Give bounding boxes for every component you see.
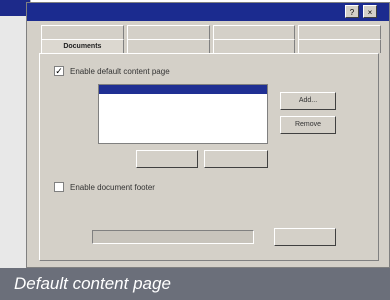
tab-row1-4[interactable]: [298, 25, 381, 39]
move-down-button[interactable]: [204, 150, 268, 168]
list-item[interactable]: [99, 85, 267, 94]
tabs-row-2: Documents: [41, 39, 381, 53]
tab-row2-3[interactable]: [212, 39, 296, 53]
help-icon[interactable]: ?: [345, 5, 359, 18]
dialog-titlebar: ? ×: [27, 3, 389, 21]
close-icon[interactable]: ×: [363, 5, 377, 18]
screenshot-frame: ? × Documents ✓ Enable default content p…: [0, 0, 390, 300]
remove-button[interactable]: Remove: [280, 116, 336, 134]
documents-tab-panel: ✓ Enable default content page Add... Rem…: [39, 53, 379, 261]
enable-footer-checkbox[interactable]: [54, 182, 64, 192]
list-item[interactable]: [99, 103, 267, 112]
enable-default-checkbox[interactable]: ✓: [54, 66, 64, 76]
enable-footer-label: Enable document footer: [70, 183, 155, 192]
tab-documents[interactable]: Documents: [41, 39, 124, 53]
tab-row1-2[interactable]: [126, 25, 210, 39]
list-item[interactable]: [99, 112, 267, 121]
tabs-row-1: [41, 25, 381, 39]
list-item[interactable]: [99, 94, 267, 103]
add-button[interactable]: Add...: [280, 92, 336, 110]
image-caption: Default content page: [0, 268, 390, 300]
enable-default-label: Enable default content page: [70, 67, 170, 76]
tab-row1-3[interactable]: [212, 25, 296, 39]
properties-dialog: ? × Documents ✓ Enable default content p…: [26, 2, 390, 268]
tab-row2-2[interactable]: [126, 39, 210, 53]
move-up-button[interactable]: [136, 150, 198, 168]
footer-path-field[interactable]: [92, 230, 254, 244]
tab-row2-4[interactable]: [298, 39, 381, 53]
browse-button[interactable]: [274, 228, 336, 246]
tab-row1-1[interactable]: [41, 25, 124, 39]
default-documents-list[interactable]: [98, 84, 268, 144]
